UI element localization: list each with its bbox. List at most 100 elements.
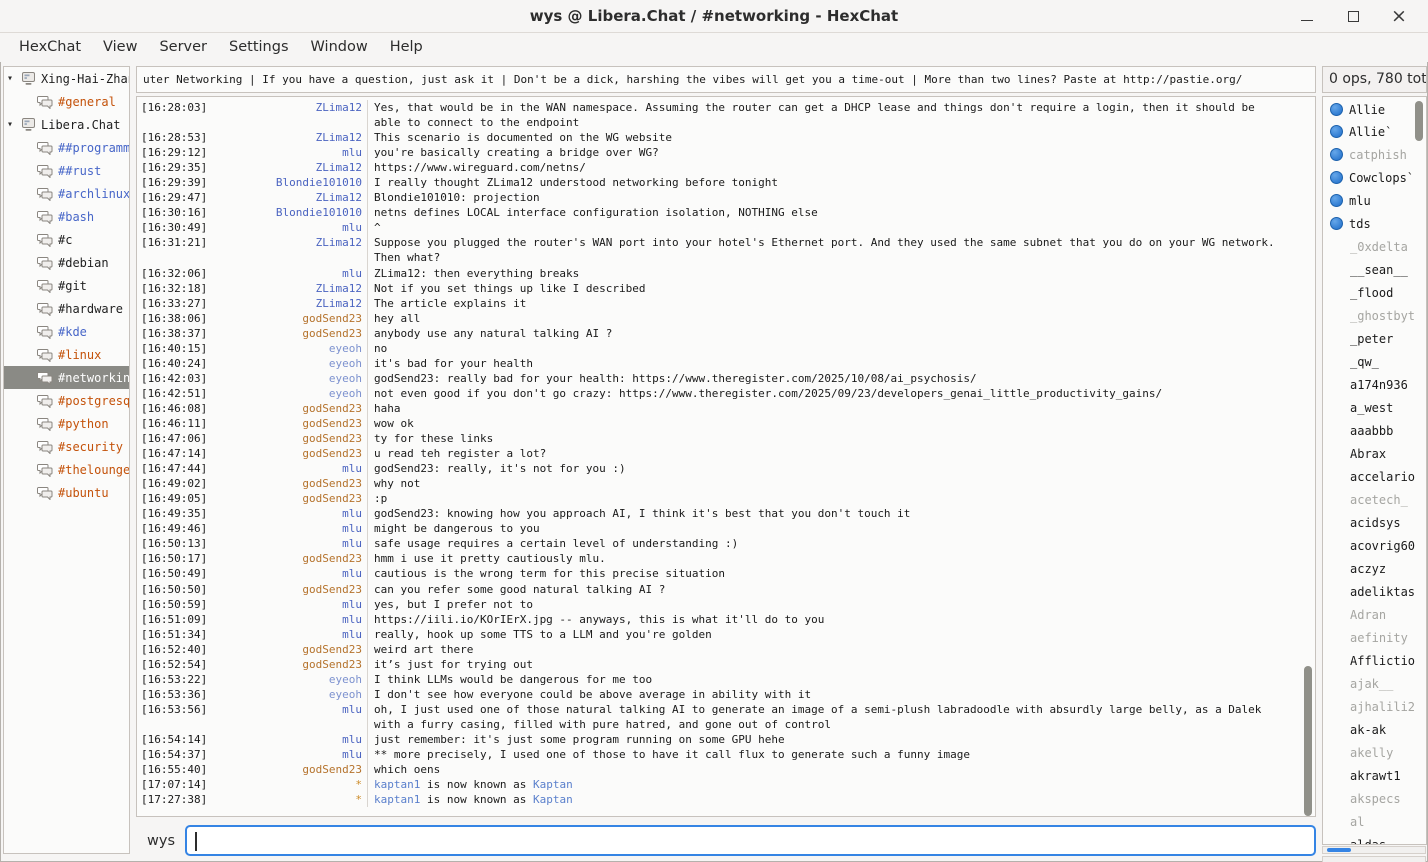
userlist-item[interactable]: a_west — [1323, 396, 1426, 419]
user-nick[interactable]: _peter — [1350, 332, 1393, 346]
sidebar-item-archlinux[interactable]: #archlinux — [4, 182, 129, 205]
menu-hexchat[interactable]: HexChat — [8, 33, 92, 62]
userlist-item[interactable]: Allie — [1323, 97, 1426, 120]
nick[interactable]: eyeoh — [329, 356, 367, 371]
nick[interactable]: godSend23 — [302, 401, 367, 416]
user-nick[interactable]: aaabbb — [1350, 424, 1393, 438]
user-nick[interactable]: _flood — [1350, 286, 1393, 300]
userlist-hscrollbar-thumb[interactable] — [1327, 848, 1351, 852]
user-nick[interactable]: aldas — [1350, 838, 1386, 846]
user-nick[interactable]: Abrax — [1350, 447, 1386, 461]
nick[interactable]: godSend23 — [302, 582, 367, 597]
nick[interactable]: godSend23 — [302, 762, 367, 777]
menu-view[interactable]: View — [92, 33, 148, 62]
chat-area[interactable]: [16:28:03]ZLima12Yes, that would be in t… — [136, 96, 1316, 817]
message-input[interactable] — [185, 825, 1316, 856]
userlist-item[interactable]: __sean__ — [1323, 258, 1426, 281]
user-nick[interactable]: accelario — [1350, 470, 1415, 484]
nick[interactable]: godSend23 — [302, 476, 367, 491]
user-nick[interactable]: _ghostbyt — [1350, 309, 1415, 323]
user-nick[interactable]: catphish — [1349, 148, 1407, 162]
nick[interactable]: Blondie101010 — [276, 175, 367, 190]
userlist-item[interactable]: al — [1323, 810, 1426, 833]
nick[interactable]: eyeoh — [329, 386, 367, 401]
userlist-item[interactable]: aefinity — [1323, 626, 1426, 649]
userlist-item[interactable]: acetech_ — [1323, 488, 1426, 511]
userlist-item[interactable]: _flood — [1323, 281, 1426, 304]
nick[interactable]: mlu — [342, 506, 367, 521]
userlist-item[interactable]: accelario — [1323, 465, 1426, 488]
tree-expander-icon[interactable]: ▾ — [7, 73, 21, 84]
user-nick[interactable]: adeliktas — [1350, 585, 1415, 599]
userlist-item[interactable]: Cowclops` — [1323, 166, 1426, 189]
tree-expander-icon[interactable]: ▾ — [7, 119, 21, 130]
nick[interactable]: mlu — [342, 461, 367, 476]
user-nick[interactable]: acetech_ — [1350, 493, 1408, 507]
title-bar[interactable]: wys @ Libera.Chat / #networking - HexCha… — [0, 0, 1428, 33]
sidebar-item-networking[interactable]: #networking — [4, 366, 129, 389]
user-nick[interactable]: ajhalili2 — [1350, 700, 1415, 714]
nick[interactable]: * — [355, 792, 367, 807]
nick-mention[interactable]: Kaptan — [533, 793, 573, 806]
topic-bar[interactable]: uter Networking | If you have a question… — [136, 66, 1316, 93]
nick[interactable]: mlu — [342, 732, 367, 747]
userlist-item[interactable]: catphish — [1323, 143, 1426, 166]
nick[interactable]: godSend23 — [302, 416, 367, 431]
user-nick[interactable]: _qw_ — [1350, 355, 1379, 369]
nick[interactable]: godSend23 — [302, 642, 367, 657]
sidebar-item-kde[interactable]: #kde — [4, 320, 129, 343]
user-nick[interactable]: aczyz — [1350, 562, 1386, 576]
userlist-item[interactable]: ajak__ — [1323, 672, 1426, 695]
nick[interactable]: Blondie101010 — [276, 205, 367, 220]
sidebar-item-git[interactable]: #git — [4, 274, 129, 297]
sidebar-item-rust[interactable]: ##rust — [4, 159, 129, 182]
user-nick[interactable]: a_west — [1350, 401, 1393, 415]
sidebar-item-thelounge[interactable]: #thelounge — [4, 458, 129, 481]
minimize-button[interactable] — [1290, 0, 1324, 33]
user-nick[interactable]: Allie` — [1349, 125, 1392, 139]
nick[interactable]: godSend23 — [302, 326, 367, 341]
nick[interactable]: mlu — [342, 747, 367, 762]
sidebar-item-postgresql[interactable]: #postgresql — [4, 389, 129, 412]
sidebar-item-ubuntu[interactable]: #ubuntu — [4, 481, 129, 504]
tree-network-xing-hai-zhan[interactable]: ▾Xing-Hai-Zhan — [4, 67, 129, 90]
menu-server[interactable]: Server — [148, 33, 218, 62]
userlist-item[interactable]: akspecs — [1323, 787, 1426, 810]
sidebar-item-debian[interactable]: #debian — [4, 251, 129, 274]
userlist-scrollbar[interactable] — [1413, 99, 1425, 842]
nick[interactable]: godSend23 — [302, 551, 367, 566]
nick[interactable]: ZLima12 — [316, 130, 367, 145]
nick[interactable]: eyeoh — [329, 341, 367, 356]
nick[interactable]: eyeoh — [329, 687, 367, 702]
nick[interactable]: ZLima12 — [316, 100, 367, 130]
sidebar-item-programming[interactable]: ##programming — [4, 136, 129, 159]
nick[interactable]: mlu — [342, 612, 367, 627]
user-nick[interactable]: aefinity — [1350, 631, 1408, 645]
maximize-button[interactable] — [1336, 0, 1370, 33]
user-nick[interactable]: Allie — [1349, 103, 1385, 117]
user-list[interactable]: AllieAllie`catphishCowclops`mlutds_0xdel… — [1322, 96, 1427, 845]
nick-mention[interactable]: kaptan1 — [374, 793, 420, 806]
nick[interactable]: mlu — [342, 627, 367, 642]
sidebar-item-bash[interactable]: #bash — [4, 205, 129, 228]
user-nick[interactable]: acidsys — [1350, 516, 1401, 530]
user-nick[interactable]: a174n936 — [1350, 378, 1408, 392]
sidebar-item-security[interactable]: #security — [4, 435, 129, 458]
menu-settings[interactable]: Settings — [218, 33, 299, 62]
user-nick[interactable]: akelly — [1350, 746, 1393, 760]
user-nick[interactable]: al — [1350, 815, 1364, 829]
sidebar-item-hardware[interactable]: #hardware — [4, 297, 129, 320]
user-nick[interactable]: akspecs — [1350, 792, 1401, 806]
user-nick[interactable]: Afflictio — [1350, 654, 1415, 668]
nick[interactable]: mlu — [342, 536, 367, 551]
userlist-item[interactable]: Afflictio — [1323, 649, 1426, 672]
userlist-item[interactable]: acidsys — [1323, 511, 1426, 534]
tree-network-libera.chat[interactable]: ▾Libera.Chat — [4, 113, 129, 136]
userlist-item[interactable]: ak-ak — [1323, 718, 1426, 741]
sidebar-item-c[interactable]: #c — [4, 228, 129, 251]
close-button[interactable]: × — [1382, 0, 1416, 33]
user-nick[interactable]: ak-ak — [1350, 723, 1386, 737]
userlist-item[interactable]: _peter — [1323, 327, 1426, 350]
user-nick[interactable]: acovrig60 — [1350, 539, 1415, 553]
userlist-item[interactable]: tds — [1323, 212, 1426, 235]
